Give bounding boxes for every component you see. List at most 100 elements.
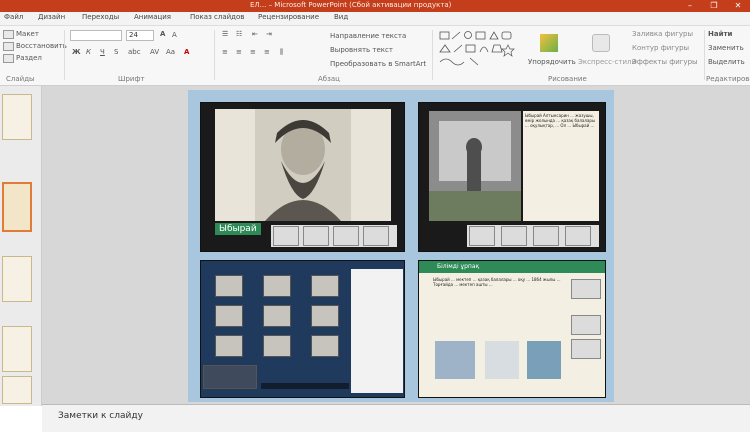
arrange-button[interactable]: Упорядочить [528,58,576,66]
slide-thumbnail-selected[interactable] [2,182,32,232]
info-photo [435,341,475,379]
portrait-image [255,109,351,221]
smartart-button[interactable]: Преобразовать в SmartArt [330,60,426,68]
info-header-bar: Білімді ұрпақ [419,261,605,273]
tab-design[interactable]: Дизайн [38,13,65,21]
quick-styles-button[interactable]: Экспресс-стили [578,58,636,66]
columns-icon[interactable]: ⫼ [280,48,283,57]
shrink-font-icon[interactable]: A [172,31,177,39]
shape-effects-button[interactable]: Эффекты фигуры [632,58,698,66]
text-direction-button[interactable]: Направление текста [330,32,406,40]
shape-outline-button[interactable]: Контур фигуры [632,44,689,52]
align-center-icon[interactable]: ≡ [236,48,242,56]
layout-icon [3,30,14,39]
font-size-box[interactable]: 24 [126,30,154,41]
tab-transitions[interactable]: Переходы [82,13,119,21]
notes-placeholder: Заметки к слайду [58,411,143,421]
indent-icon[interactable]: ⇤ [252,30,258,38]
section-button[interactable]: Раздел [16,54,42,62]
participant-video [311,335,339,357]
tab-file[interactable]: Файл [4,13,23,21]
participant-video [469,226,495,246]
spacing-icon[interactable]: AV [150,48,159,56]
screenshot-video-grid [200,260,405,398]
separator [704,30,705,80]
participant-video [571,339,601,359]
select-button[interactable]: Выделить [708,58,745,66]
underline-icon[interactable]: Ч [100,48,105,56]
align-text-button[interactable]: Выровнять текст [330,46,393,54]
minimize-button[interactable]: – [678,0,702,12]
slide-canvas[interactable]: Ыбырай Ыбырай Алтынсарин ... жазушы, өмі… [188,90,614,402]
slide-thumbnail[interactable] [2,376,32,404]
grow-font-icon[interactable]: A [160,30,165,38]
align-right-icon[interactable]: ≡ [250,48,256,56]
participant-video [263,275,291,297]
shapes-gallery[interactable] [438,30,518,70]
group-paragraph-label: Абзац [318,75,340,83]
info-photo [485,341,519,379]
strike-icon[interactable]: abc [128,48,141,56]
monument-photo [429,111,521,221]
participants-strip [271,225,397,247]
tab-view[interactable]: Вид [334,13,348,21]
tab-review[interactable]: Рецензирование [258,13,319,21]
align-left-icon[interactable]: ≡ [222,48,228,56]
shadow-icon[interactable]: S [114,48,118,56]
info-text: Ыбырай ... мектеп ... қазақ балалары ...… [433,277,561,287]
participant-video [533,226,559,246]
window-title: ЕЛ... – Microsoft PowerPoint (Сбой актив… [250,1,452,9]
replace-button[interactable]: Заменить [708,44,744,52]
layout-button[interactable]: Макет [16,30,39,38]
participant-video [273,226,299,246]
italic-icon[interactable]: К [86,48,91,56]
monument-text: Ыбырай Алтынсарин ... жазушы, өмір жолын… [523,111,599,221]
taskbar [261,383,349,389]
bullets-icon[interactable]: ☰ [222,30,228,38]
shape-fill-button[interactable]: Заливка фигуры [632,30,693,38]
info-header: Білімді ұрпақ [437,263,480,270]
slide-thumbnail[interactable] [2,326,32,372]
reset-button[interactable]: Восстановить [16,42,67,50]
portrait-caption: Ыбырай [215,223,261,235]
reset-icon [3,42,14,51]
slide-thumbnail[interactable] [2,94,32,140]
justify-icon[interactable]: ≡ [264,48,270,56]
section-icon [3,54,14,63]
title-bar: ЕЛ... – Microsoft PowerPoint (Сбой актив… [0,0,750,12]
font-color-icon[interactable]: A [184,48,189,56]
separator [432,30,433,80]
screenshot-portrait: Ыбырай [200,102,405,252]
participant-video [311,275,339,297]
participants-strip [467,225,599,247]
participant-video [571,315,601,335]
numbering-icon[interactable]: ☷ [236,30,242,38]
participant-video [363,226,389,246]
maximize-button[interactable]: ❐ [702,0,726,12]
close-button[interactable]: ✕ [726,0,750,12]
participant-video [333,226,359,246]
participant-video [501,226,527,246]
participant-video [303,226,329,246]
participant-video [263,305,291,327]
tab-slideshow[interactable]: Показ слайдов [190,13,244,21]
participant-video [203,365,257,389]
group-font-label: Шрифт [118,75,145,83]
font-name-box[interactable] [70,30,122,41]
participant-video [571,279,601,299]
slide-thumbnail[interactable] [2,256,32,302]
case-icon[interactable]: Aa [166,48,175,56]
tab-animations[interactable]: Анимация [134,13,171,21]
notes-pane[interactable]: Заметки к слайду [42,404,750,432]
group-editing-label: Редактирование [706,75,750,83]
ribbon-tabs: Файл Дизайн Переходы Анимация Показ слай… [0,12,750,26]
group-slides-label: Слайды [6,75,35,83]
ribbon: Макет Восстановить Раздел Слайды 24 A A … [0,26,750,86]
participant-video [311,305,339,327]
bold-icon[interactable]: Ж [72,48,81,56]
portrait-frame [215,109,391,221]
screenshot-monument: Ыбырай Алтынсарин ... жазушы, өмір жолын… [418,102,606,252]
outdent-icon[interactable]: ⇥ [266,30,272,38]
find-button[interactable]: Найти [708,30,732,38]
participant-video [215,305,243,327]
